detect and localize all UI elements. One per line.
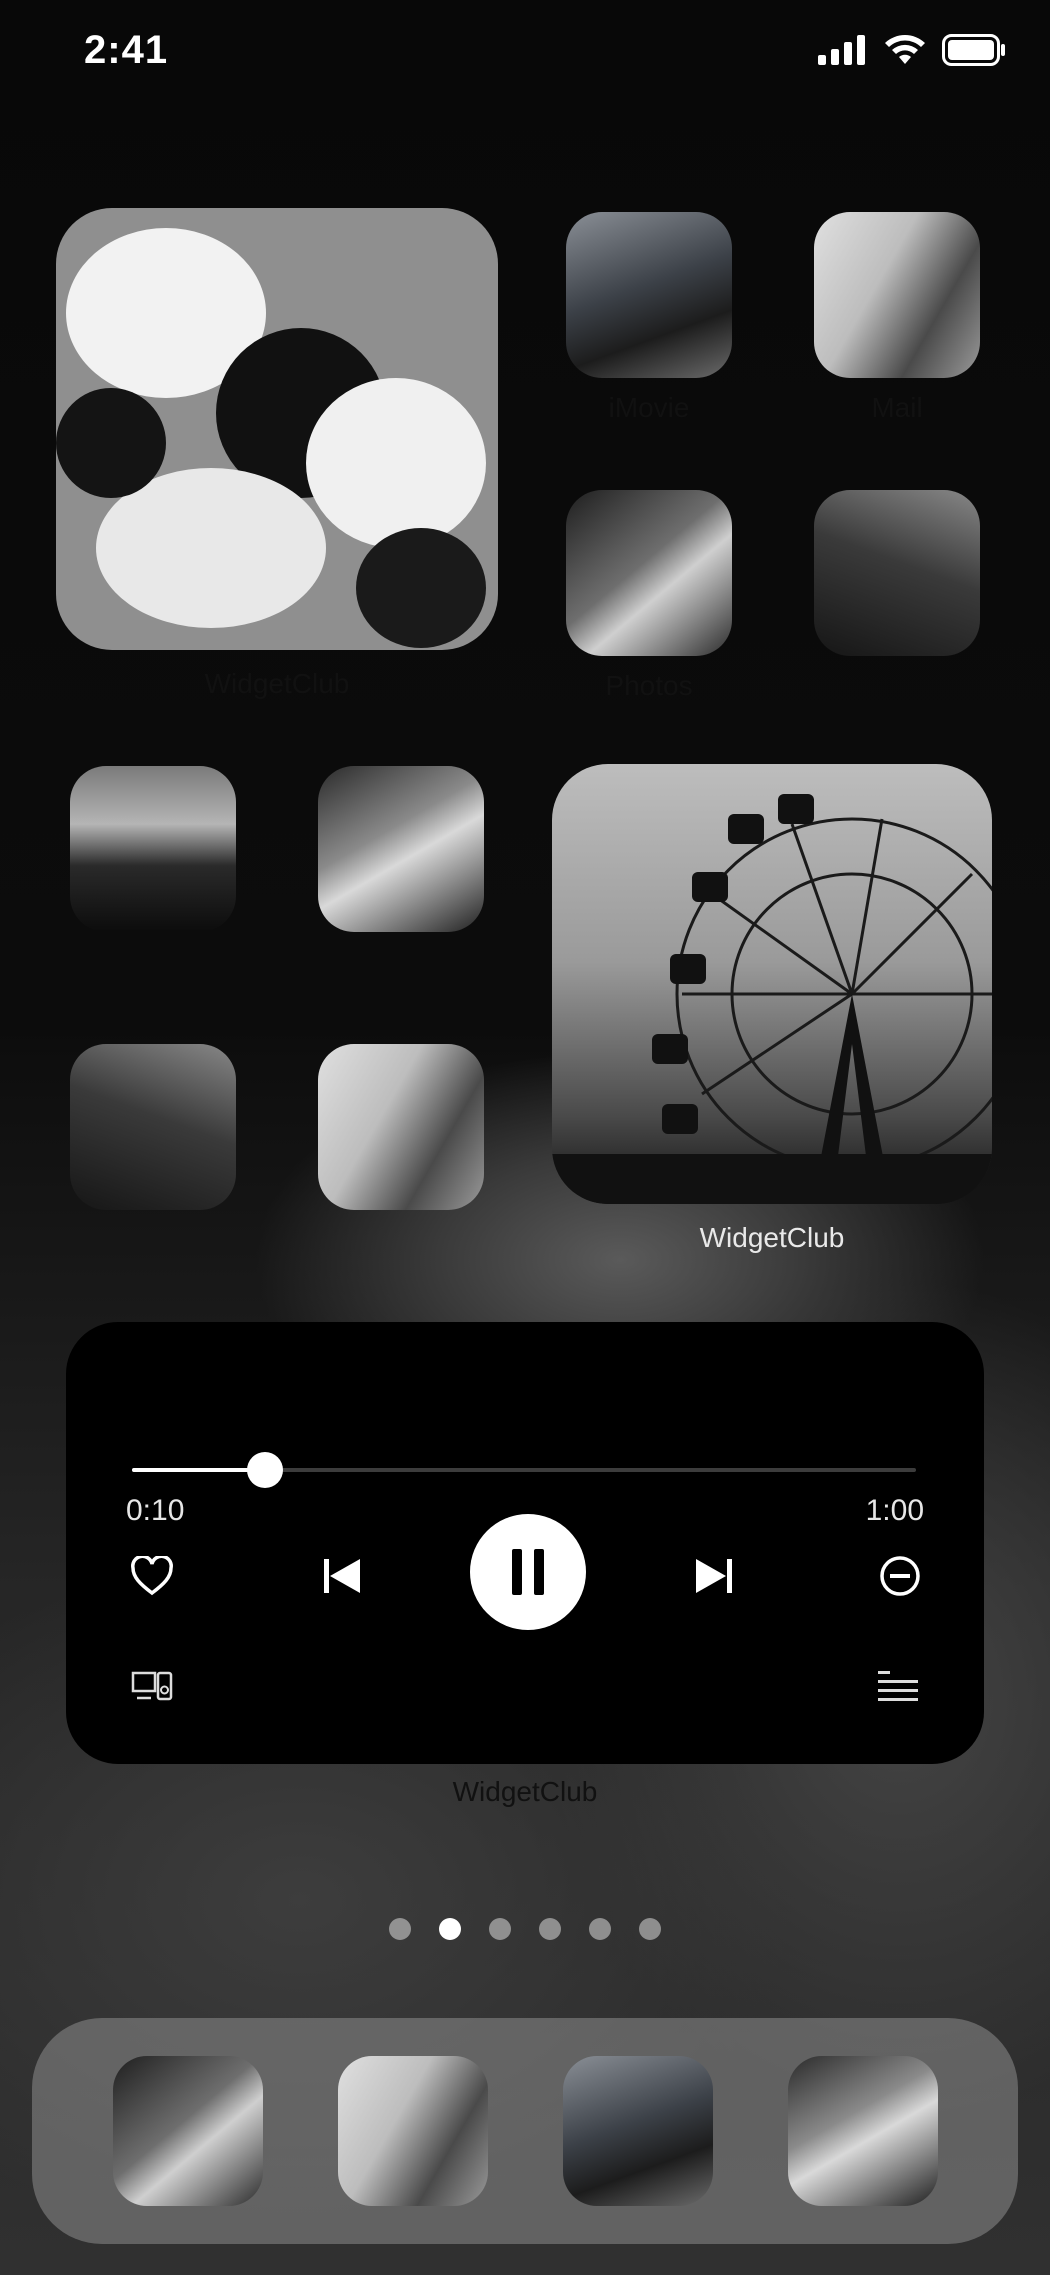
- app-icon-gun-photo[interactable]: [814, 490, 980, 656]
- queue-list-icon: [878, 1671, 918, 1701]
- photo-widget-panda[interactable]: [56, 208, 498, 650]
- minus-circle-icon: [880, 1556, 920, 1596]
- widget-label: WidgetClub: [204, 668, 350, 699]
- status-bar: 2:41: [0, 0, 1050, 100]
- page-dot[interactable]: [639, 1918, 661, 1940]
- progress-knob[interactable]: [247, 1452, 284, 1488]
- remove-button[interactable]: [872, 1548, 928, 1604]
- dock-app-icon-2[interactable]: [338, 2056, 488, 2206]
- app-icon-mail[interactable]: [814, 212, 980, 378]
- next-track-button[interactable]: [686, 1548, 742, 1604]
- page-dot-active[interactable]: [439, 1918, 461, 1940]
- app-icon-photos[interactable]: [566, 490, 732, 656]
- speaker-device-icon: [131, 1671, 173, 1701]
- dock-app-icon-4[interactable]: [788, 2056, 938, 2206]
- widget-label: WidgetClub: [452, 1776, 598, 1807]
- app-icon-teddy-bear[interactable]: [70, 766, 236, 932]
- total-duration: 1:00: [865, 1494, 924, 1527]
- dock: [32, 2018, 1018, 2244]
- panda-plush: [356, 528, 486, 648]
- music-player-widget[interactable]: 0:10 1:00: [66, 1322, 984, 1764]
- status-time: 2:41: [84, 28, 169, 72]
- photo-widget-ferris-wheel[interactable]: [552, 764, 992, 1204]
- previous-track-icon: [324, 1559, 360, 1593]
- app-icon-cigarettes[interactable]: [318, 1044, 484, 1210]
- page-dot[interactable]: [389, 1918, 411, 1940]
- progress-fill: [132, 1468, 266, 1472]
- pause-button[interactable]: [470, 1514, 586, 1630]
- previous-track-button[interactable]: [314, 1548, 370, 1604]
- app-label-mail: Mail: [871, 392, 923, 423]
- dock-app-icon-3[interactable]: [563, 2056, 713, 2206]
- queue-button[interactable]: [870, 1658, 926, 1714]
- page-dot[interactable]: [589, 1918, 611, 1940]
- panda-plush: [306, 378, 486, 548]
- ferris-wheel-graphic: [552, 794, 992, 1204]
- app-icon-imovie[interactable]: [566, 212, 732, 378]
- app-label-imovie: iMovie: [608, 392, 690, 423]
- app-label-photos: Photos: [605, 670, 693, 701]
- battery-icon: [942, 34, 1005, 66]
- pause-icon: [512, 1549, 544, 1595]
- wifi-icon: [885, 35, 925, 64]
- progress-track[interactable]: [132, 1452, 916, 1488]
- status-icons: [818, 34, 1006, 66]
- heart-icon: [131, 1556, 173, 1596]
- page-dot[interactable]: [539, 1918, 561, 1940]
- app-icon-roses[interactable]: [318, 766, 484, 932]
- page-dot[interactable]: [489, 1918, 511, 1940]
- elapsed-time: 0:10: [126, 1494, 185, 1527]
- next-track-icon: [696, 1559, 732, 1593]
- cellular-signal-icon: [818, 35, 865, 65]
- page-indicator[interactable]: [0, 1918, 1050, 1940]
- like-button[interactable]: [124, 1548, 180, 1604]
- dock-app-icon-1[interactable]: [113, 2056, 263, 2206]
- widget-label: WidgetClub: [699, 1222, 845, 1253]
- panda-plush: [56, 388, 166, 498]
- app-icon-glasses[interactable]: [70, 1044, 236, 1210]
- device-button[interactable]: [124, 1658, 180, 1714]
